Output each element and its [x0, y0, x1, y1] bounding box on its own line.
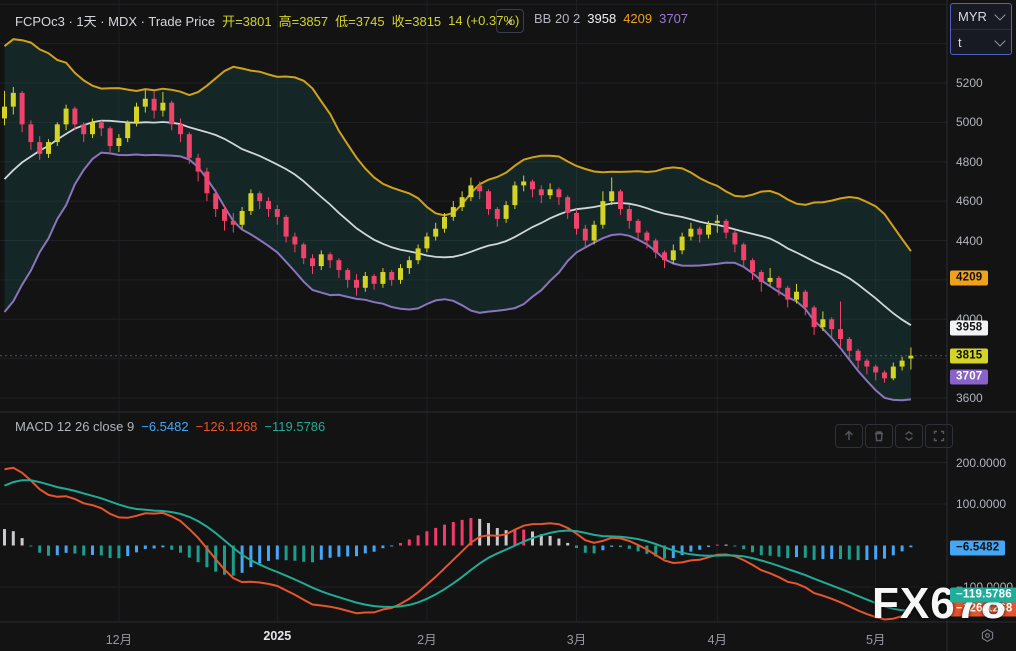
chevron-left-icon: ‹: [508, 14, 512, 29]
trading-chart-app: FCPOc3 · 1天 · MDX · Trade Price 开=3801 高…: [0, 0, 1016, 651]
unit-value: t: [958, 35, 962, 50]
pane-maximize-button[interactable]: [925, 424, 953, 448]
price-axis-label: 4209: [950, 271, 988, 286]
time-axis-label[interactable]: 4月: [708, 629, 727, 648]
chart-canvas[interactable]: [0, 0, 1016, 651]
gear-icon: [980, 628, 995, 643]
time-axis-label[interactable]: 12月: [106, 629, 132, 648]
trash-icon: [873, 430, 885, 442]
arrow-up-icon: [843, 430, 855, 442]
pane-move-up-button[interactable]: [835, 424, 863, 448]
macd-axis-label: −119.5786: [950, 588, 1016, 603]
ohlc-low: 低=3745: [335, 11, 385, 30]
time-axis-label[interactable]: 2025: [263, 629, 291, 643]
macd-title: MACD 12 26 close 9: [15, 419, 134, 434]
bb-lower-value: 3707: [659, 11, 688, 26]
chevron-down-icon: [994, 35, 1005, 46]
pane-delete-button[interactable]: [865, 424, 893, 448]
time-axis-settings-button[interactable]: [976, 624, 998, 646]
chevron-down-icon: [994, 9, 1005, 20]
maximize-icon: [933, 430, 945, 442]
macd-hist-value: −6.5482: [141, 419, 188, 434]
price-axis-label: 3958: [950, 320, 988, 335]
ohlc-close: 收=3815: [392, 11, 442, 30]
symbol-legend[interactable]: FCPOc3 · 1天 · MDX · Trade Price 开=3801 高…: [15, 11, 519, 30]
unit-select[interactable]: t: [951, 30, 1011, 55]
macd-signal-value: −119.5786: [264, 419, 325, 434]
currency-select[interactable]: MYR: [951, 4, 1011, 29]
price-tick-label: 5000: [956, 115, 983, 129]
bb-basis-value: 3958: [587, 11, 616, 26]
legend-collapse-button[interactable]: ‹: [496, 9, 524, 33]
ohlc-open: 开=3801: [222, 11, 272, 30]
time-axis-label[interactable]: 3月: [567, 629, 586, 648]
currency-value: MYR: [958, 9, 987, 24]
macd-tick-label: 200.0000: [956, 456, 1006, 470]
price-tick-label: 4400: [956, 234, 983, 248]
macd-tick-label: 100.0000: [956, 497, 1006, 511]
time-axis-label[interactable]: 5月: [866, 629, 885, 648]
bb-upper-value: 4209: [623, 11, 652, 26]
price-tick-label: 5200: [956, 76, 983, 90]
bb-title: BB 20 2: [534, 11, 580, 26]
bb-legend[interactable]: BB 20 2 3958 4209 3707: [534, 11, 688, 26]
price-tick-label: 3600: [956, 391, 983, 405]
pane-collapse-button[interactable]: [895, 424, 923, 448]
ohlc-high: 高=3857: [279, 11, 329, 30]
price-axis-label: 3815: [950, 348, 988, 363]
time-axis-label[interactable]: 2月: [417, 629, 436, 648]
macd-legend[interactable]: MACD 12 26 close 9 −6.5482 −126.1268 −11…: [15, 419, 325, 434]
symbol-title: FCPOc3 · 1天 · MDX · Trade Price: [15, 11, 215, 30]
price-tick-label: 4600: [956, 194, 983, 208]
price-scale-settings-box: MYR t: [950, 3, 1012, 55]
macd-line-value: −126.1268: [196, 419, 258, 434]
macd-axis-label: −6.5482: [950, 541, 1005, 556]
collapse-icon: [903, 430, 915, 442]
price-axis-label: 3707: [950, 369, 988, 384]
price-tick-label: 4800: [956, 155, 983, 169]
